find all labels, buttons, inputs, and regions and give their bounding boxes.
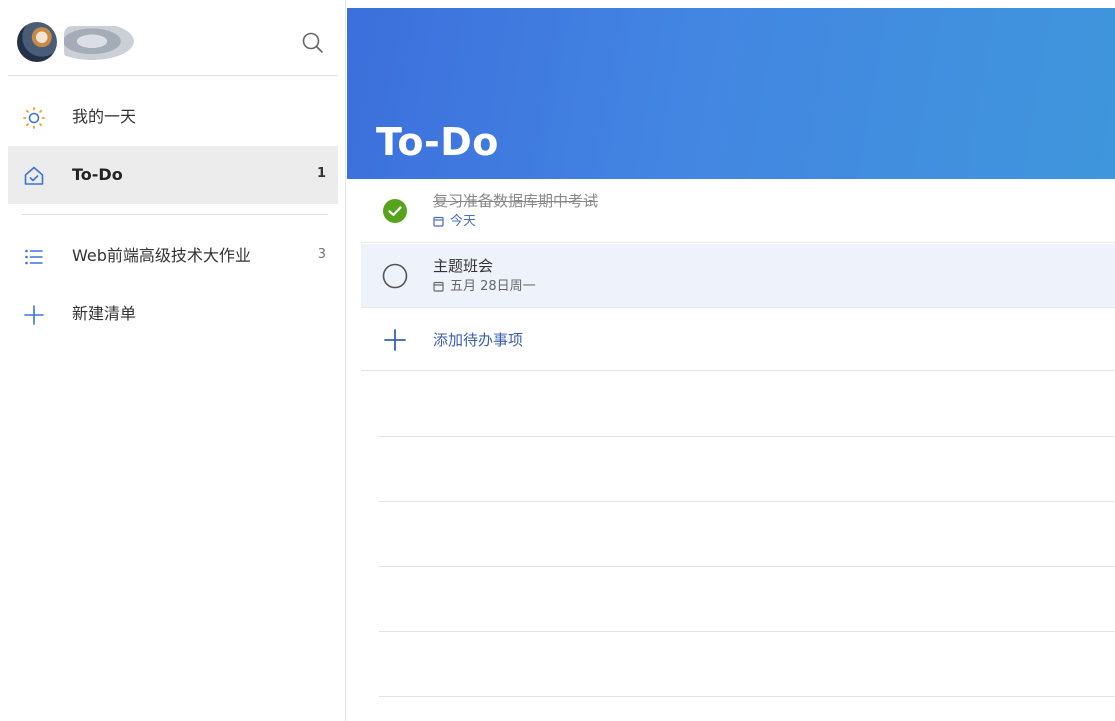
sidebar-item-label: 我的一天 — [72, 107, 137, 126]
home-check-icon — [24, 166, 44, 185]
task-count: 1 — [316, 166, 326, 181]
empty-row-divider — [379, 566, 1115, 567]
page-title: To-Do — [376, 120, 499, 164]
list-icon — [25, 249, 43, 265]
task-item[interactable]: 主题班会 五月 28日周一 — [361, 244, 1115, 308]
calendar-icon — [433, 216, 444, 227]
new-list-button[interactable]: 新建清单 — [8, 285, 338, 343]
task-title: 复习准备数据库期中考试 — [433, 192, 599, 210]
empty-row-divider — [379, 436, 1115, 437]
search-icon — [302, 32, 323, 53]
sun-icon — [23, 107, 45, 129]
add-task-label: 添加待办事项 — [433, 331, 524, 349]
username-image — [64, 26, 134, 60]
plus-icon — [24, 305, 44, 325]
add-task-button[interactable]: 添加待办事项 — [361, 309, 1115, 371]
sidebar-divider — [22, 214, 328, 215]
list-header-banner: To-Do — [347, 8, 1115, 179]
account-header — [8, 8, 338, 76]
sidebar-item-label: To-Do — [72, 165, 123, 184]
sidebar-item-label: Web前端高级技术大作业 — [72, 246, 251, 265]
task-title: 主题班会 — [433, 257, 494, 275]
empty-row-divider — [379, 631, 1115, 632]
empty-row-divider — [379, 696, 1115, 697]
task-due-date: 今天 — [433, 213, 476, 231]
task-due-date: 五月 28日周一 — [433, 278, 536, 296]
new-list-label: 新建清单 — [72, 304, 137, 323]
completed-checkbox-icon[interactable] — [381, 197, 409, 225]
empty-row-divider — [379, 501, 1115, 502]
plus-icon — [384, 329, 406, 351]
checkbox-circle-icon[interactable] — [381, 262, 409, 290]
todo-app: 我的一天 To-Do 1 Web前端高级技术大作业 3 新建清单 To-Do 复… — [0, 0, 1115, 721]
due-date-text: 五月 28日周一 — [450, 279, 536, 294]
task-count: 3 — [317, 247, 326, 262]
sidebar: 我的一天 To-Do 1 Web前端高级技术大作业 3 新建清单 — [0, 0, 346, 721]
task-item-completed[interactable]: 复习准备数据库期中考试 今天 — [361, 179, 1115, 243]
due-date-text: 今天 — [450, 214, 477, 229]
main-panel: To-Do 复习准备数据库期中考试 今天 主题班会 五月 28日周一 添加待办事… — [347, 0, 1115, 721]
sidebar-item-web-list[interactable]: Web前端高级技术大作业 3 — [8, 227, 338, 285]
search-button[interactable] — [300, 30, 326, 56]
avatar[interactable] — [17, 22, 57, 62]
sidebar-item-todo[interactable]: To-Do 1 — [8, 146, 338, 204]
sidebar-item-my-day[interactable]: 我的一天 — [8, 88, 338, 146]
calendar-icon — [433, 281, 444, 292]
